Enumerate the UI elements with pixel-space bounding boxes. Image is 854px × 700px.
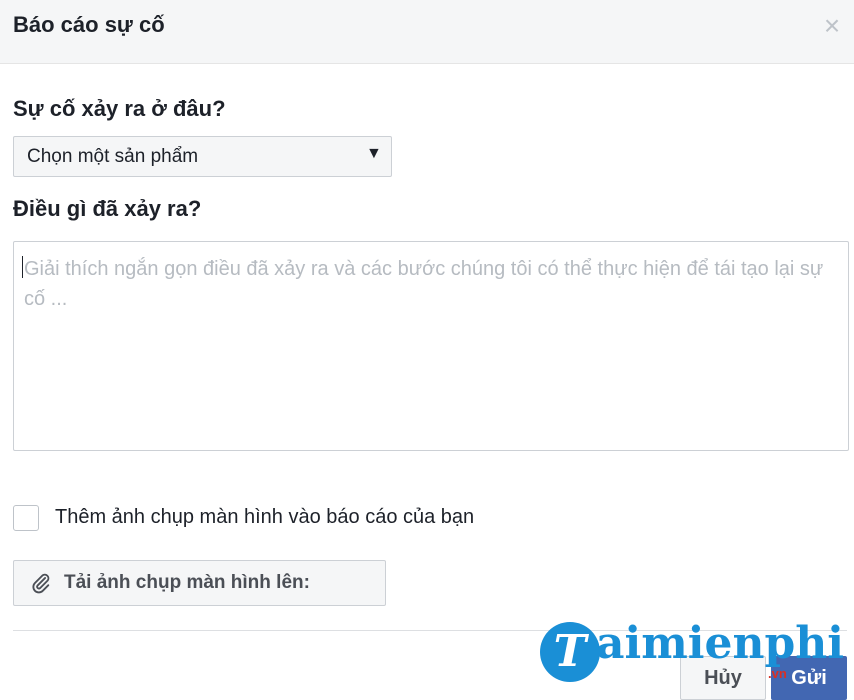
product-select-value: Chọn một sản phẩm [27,146,199,167]
send-label: Gửi [791,667,827,689]
cancel-label: Hủy [704,667,742,689]
add-screenshot-checkbox[interactable] [13,505,39,531]
description-placeholder: Giải thích ngắn gọn điều đã xảy ra và cá… [24,258,824,310]
upload-screenshot-label: Tải ảnh chụp màn hình lên: [64,572,310,593]
cancel-button[interactable]: Hủy [680,656,766,700]
location-question: Sự cố xảy ra ở đâu? [13,96,226,121]
add-screenshot-label[interactable]: Thêm ảnh chụp màn hình vào báo cáo của b… [55,506,474,529]
product-select[interactable]: Chọn một sản phẩm ▼ [13,136,392,177]
dialog-header: Báo cáo sự cố × [0,0,854,64]
dialog-title: Báo cáo sự cố [13,12,165,37]
watermark-logo: T aimienphi .vn [540,618,844,688]
send-button[interactable]: Gửi [771,656,847,700]
text-cursor [22,256,23,278]
report-problem-dialog: Báo cáo sự cố × Sự cố xảy ra ở đâu? Chọn… [0,0,854,700]
close-icon[interactable]: × [818,12,846,40]
footer-divider [13,630,847,631]
caret-down-icon: ▼ [366,145,382,162]
upload-screenshot-button[interactable]: Tải ảnh chụp màn hình lên: [13,560,386,606]
description-textarea[interactable]: Giải thích ngắn gọn điều đã xảy ra và cá… [13,241,849,451]
description-question: Điều gì đã xảy ra? [13,196,202,221]
paperclip-icon [32,573,50,594]
watermark-logo-mark: T [540,622,600,682]
